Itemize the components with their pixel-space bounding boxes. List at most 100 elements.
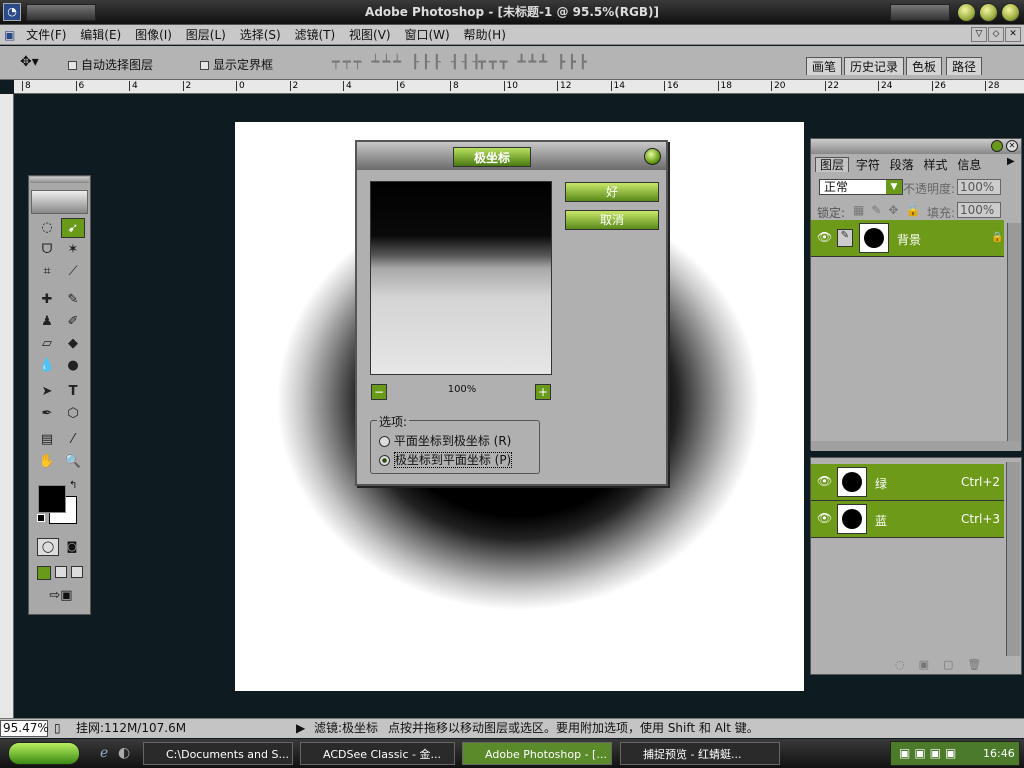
blend-mode-select[interactable]: 正常 ▼ [819, 179, 903, 195]
task-explorer[interactable]: C:\Documents and S... [143, 742, 293, 765]
menu-edit[interactable]: 编辑(E) [75, 25, 126, 45]
tab-styles[interactable]: 样式 [921, 158, 951, 172]
task-capture[interactable]: 捕捉预览 - 红蜻蜓... [620, 742, 780, 765]
quicklaunch-ie-icon[interactable]: ℯ [100, 745, 108, 761]
eraser-tool-icon[interactable]: ▱ [35, 334, 59, 354]
zoom-in-button[interactable]: + [535, 384, 551, 400]
tab-swatches[interactable]: 色板 [906, 57, 943, 75]
slice-tool-icon[interactable]: ⟋ [61, 262, 85, 282]
notes-tool-icon[interactable]: ▤ [35, 430, 59, 450]
tab-paragraph[interactable]: 段落 [887, 158, 917, 172]
chevron-down-icon[interactable]: ▼ [886, 180, 902, 194]
channel-row[interactable]: 👁 蓝 Ctrl+3 [811, 501, 1004, 538]
auto-select-checkbox[interactable] [68, 61, 77, 70]
magic-wand-icon[interactable]: ✶ [61, 240, 85, 260]
radio-rect-to-polar[interactable] [379, 436, 390, 447]
healing-brush-icon[interactable]: ✚ [35, 290, 59, 310]
task-acdsee[interactable]: ACDSee Classic - 金... [300, 742, 455, 765]
tab-brushes[interactable]: 画笔 [806, 57, 843, 75]
tab-history[interactable]: 历史记录 [844, 57, 905, 75]
menu-file[interactable]: 文件(F) [21, 25, 71, 45]
history-brush-icon[interactable]: ✐ [61, 312, 85, 332]
move-tool-icon[interactable]: ➹ [61, 218, 85, 238]
standard-mode-icon[interactable]: ◯ [37, 538, 59, 556]
cancel-button[interactable]: 取消 [565, 210, 659, 230]
option-polar-to-rect[interactable]: 极坐标到平面坐标 (P) [379, 451, 513, 468]
radio-polar-to-rect[interactable] [379, 455, 390, 466]
tab-layers[interactable]: 图层 [815, 157, 850, 172]
default-colors-icon[interactable] [37, 514, 45, 522]
menu-view[interactable]: 视图(V) [344, 25, 396, 45]
menu-select[interactable]: 选择(S) [235, 25, 286, 45]
tab-info[interactable]: 信息 [954, 158, 984, 172]
stamp-tool-icon[interactable]: ♟ [35, 312, 59, 332]
menu-help[interactable]: 帮助(H) [459, 25, 511, 45]
marquee-tool-icon[interactable]: ◌ [35, 218, 59, 238]
brush-tool-icon[interactable]: ✎ [61, 290, 85, 310]
jump-to-imageready-icon[interactable]: ⇨▣ [37, 588, 85, 608]
zoom-field[interactable]: 95.47% [0, 720, 49, 737]
menu-image[interactable]: 图像(I) [130, 25, 177, 45]
channels-bottom-icons[interactable]: ◌▣▢🗑 [895, 658, 995, 671]
lasso-tool-icon[interactable]: ᗜ [35, 240, 59, 260]
status-menu-icon[interactable]: ▶ [296, 719, 305, 738]
option-rect-to-polar[interactable]: 平面坐标到极坐标 (R) [379, 432, 511, 449]
eyedropper-icon[interactable]: ⁄ [61, 430, 85, 450]
maximize-button[interactable] [979, 3, 998, 22]
channels-scrollbar[interactable] [1006, 462, 1020, 656]
visibility-eye-icon[interactable]: 👁 [817, 511, 832, 525]
foreground-color-swatch[interactable] [38, 485, 66, 513]
tab-paths[interactable]: 路径 [946, 57, 983, 75]
show-bounds-checkbox[interactable] [200, 61, 209, 70]
opacity-field[interactable]: 100% [957, 179, 1001, 195]
palette-minimize-icon[interactable] [991, 140, 1003, 152]
dodge-tool-icon[interactable]: ● [61, 356, 85, 376]
lock-icons[interactable]: ▦✎✥🔒 [853, 203, 927, 217]
layer-row[interactable]: 👁 ✎ 背景 🔒 [811, 220, 1004, 257]
auto-select-option[interactable]: 自动选择图层 [68, 56, 153, 73]
swap-colors-icon[interactable]: ↰ [69, 480, 77, 491]
visibility-eye-icon[interactable]: 👁 [817, 474, 832, 488]
ok-button[interactable]: 好 [565, 182, 659, 202]
doc-icon[interactable]: ▣ [0, 25, 17, 45]
palette-menu-icon[interactable]: ▶ [1007, 156, 1015, 167]
path-select-icon[interactable]: ➤ [35, 382, 59, 402]
doc-close-icon[interactable]: ✕ [1005, 27, 1021, 42]
start-button[interactable] [8, 742, 80, 765]
crop-tool-icon[interactable]: ⌗ [35, 262, 59, 282]
palette-close-icon[interactable]: ✕ [1006, 140, 1018, 152]
task-photoshop[interactable]: Adobe Photoshop - [... [462, 742, 612, 765]
hand-tool-icon[interactable]: ✋ [35, 452, 59, 472]
type-tool-icon[interactable]: T [61, 382, 85, 402]
menu-layer[interactable]: 图层(L) [181, 25, 231, 45]
tab-character[interactable]: 字符 [853, 158, 883, 172]
visibility-eye-icon[interactable]: 👁 [817, 230, 832, 244]
minimize-button[interactable] [957, 3, 976, 22]
screen-mode-full-icon[interactable] [71, 566, 83, 578]
menu-window[interactable]: 窗口(W) [399, 25, 454, 45]
screen-mode-standard-icon[interactable] [37, 566, 51, 580]
paint-bucket-icon[interactable]: ◆ [61, 334, 85, 354]
channel-row[interactable]: 👁 绿 Ctrl+2 [811, 464, 1004, 501]
close-button[interactable] [1001, 3, 1020, 22]
fill-field[interactable]: 100% [957, 202, 1001, 218]
shape-tool-icon[interactable]: ⬡ [61, 404, 85, 424]
preview-area[interactable] [370, 181, 552, 375]
pen-tool-icon[interactable]: ✒ [35, 404, 59, 424]
dialog-close-button[interactable] [644, 148, 661, 165]
doc-restore-icon[interactable]: ◇ [988, 27, 1004, 42]
brush-link-icon[interactable]: ✎ [837, 229, 853, 247]
move-tool-icon[interactable]: ✥▾ [20, 54, 39, 70]
doc-info-icon[interactable]: ▯ [54, 719, 61, 738]
align-buttons[interactable]: ┯┯┯ ┷┷┷ ┠┠┠ ┨┨┨ [332, 55, 483, 70]
tray-icons[interactable]: ▣▣▣▣ [899, 746, 960, 760]
layers-scrollbar[interactable] [1007, 223, 1021, 441]
quickmask-mode-icon[interactable]: ◙ [61, 538, 83, 556]
show-bounds-option[interactable]: 显示定界框 [200, 56, 273, 73]
distribute-buttons[interactable]: ┳┳┳ ┻┻┻ ┣┣┣ [478, 55, 590, 70]
screen-mode-full-menu-icon[interactable] [55, 566, 67, 578]
menu-filter[interactable]: 滤镜(T) [290, 25, 341, 45]
doc-minimize-icon[interactable]: ▽ [971, 27, 987, 42]
blur-tool-icon[interactable]: 💧 [35, 356, 59, 376]
zoom-tool-icon[interactable]: 🔍 [61, 452, 85, 472]
